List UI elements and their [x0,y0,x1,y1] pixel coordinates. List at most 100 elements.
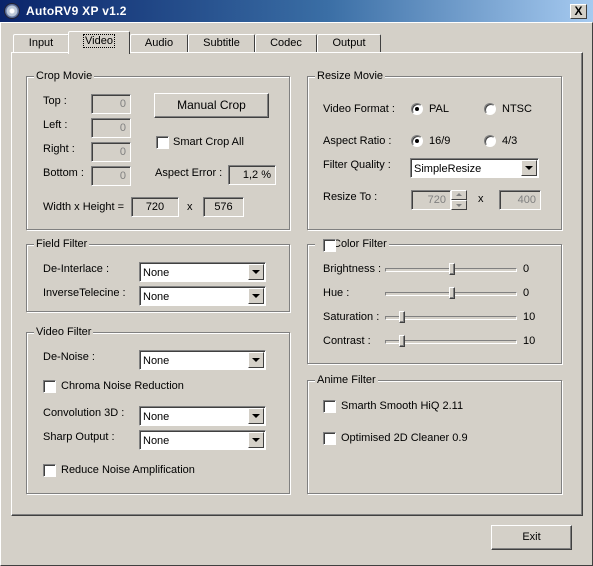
tab-codec[interactable]: Codec [255,34,317,53]
group-title: Field Filter [34,237,90,251]
exit-button[interactable]: Exit [491,525,572,550]
spin-down-icon[interactable] [451,200,467,210]
ntsc-label: NTSC [502,103,532,115]
brightness-slider-thumb[interactable] [449,263,455,275]
app-disc-icon [4,3,20,19]
resize-times-sign: x [478,193,484,205]
group-title: Crop Movie [34,69,95,83]
crop-bottom-field[interactable]: 0 [91,166,131,186]
saturation-value: 10 [523,311,536,323]
spin-up-icon[interactable] [451,190,467,200]
window-title: AutoRV9 XP v1.2 [26,4,127,18]
convolution-3d-select[interactable]: None [139,406,266,426]
select-value: None [143,267,170,279]
video-format-label: Video Format : [323,103,395,115]
pal-radio[interactable] [411,103,423,115]
height-value: 576 [203,197,244,217]
tab-label: Video [83,34,115,48]
hue-slider-thumb[interactable] [449,287,455,299]
convolution-3d-label: Convolution 3D : [43,407,125,419]
deinterlace-select[interactable]: None [139,262,266,282]
resize-width-spinner[interactable] [451,190,467,210]
width-value: 720 [131,197,179,217]
resize-height-field[interactable]: 400 [499,190,541,210]
select-value: None [143,435,170,447]
aspect-16-9-label: 16/9 [429,135,451,147]
contrast-label: Contrast : [323,335,371,347]
chevron-down-icon[interactable] [248,408,264,424]
deinterlace-label: De-Interlace : [43,263,110,275]
aspect-16-9-radio[interactable] [411,135,423,147]
brightness-label: Brightness : [323,263,382,275]
resize-to-label: Resize To : [323,191,378,203]
group-title: Anime Filter [315,373,378,387]
brightness-value: 0 [523,263,530,275]
smarth-smooth-label: Smarth Smooth HiQ 2.11 [341,400,464,412]
denoise-select[interactable]: None [139,350,266,370]
reduce-noise-label: Reduce Noise Amplification [61,464,195,476]
group-title: Video Filter [34,325,94,339]
hue-value: 0 [523,287,530,299]
crop-left-field[interactable]: 0 [91,118,131,138]
tab-subtitle[interactable]: Subtitle [188,34,255,53]
manual-crop-button[interactable]: Manual Crop [154,93,269,118]
select-value: None [143,411,170,423]
smart-crop-all-label: Smart Crop All [173,136,244,148]
tab-input[interactable]: Input [13,34,69,53]
hue-label: Hue : [323,287,350,299]
chroma-noise-checkbox[interactable] [43,380,56,393]
crop-right-label: Right : [43,143,75,155]
smarth-smooth-checkbox[interactable] [323,400,336,413]
crop-bottom-label: Bottom : [43,167,84,179]
crop-top-field[interactable]: 0 [91,94,131,114]
times-sign: x [187,201,193,213]
aspect-ratio-label: Aspect Ratio : [323,135,392,147]
optimised-2d-cleaner-checkbox[interactable] [323,432,336,445]
chevron-down-icon[interactable] [248,352,264,368]
chevron-down-icon[interactable] [248,288,264,304]
inverse-telecine-select[interactable]: None [139,286,266,306]
filter-quality-select[interactable]: SimpleResize [410,158,539,178]
pal-label: PAL [429,103,449,115]
color-filter-checkbox[interactable] [323,239,336,252]
select-value: None [143,291,170,303]
filter-quality-label: Filter Quality : [323,159,391,171]
aspect-4-3-radio[interactable] [484,135,496,147]
tab-label: Codec [270,37,302,49]
select-value: None [143,355,170,367]
aspect-4-3-label: 4/3 [502,135,518,147]
ntsc-radio[interactable] [484,103,496,115]
close-button[interactable]: X [570,4,587,19]
tab-label: Audio [144,37,174,49]
crop-left-label: Left : [43,119,68,131]
sharp-output-select[interactable]: None [139,430,266,450]
saturation-label: Saturation : [323,311,380,323]
inverse-telecine-label: InverseTelecine : [43,287,126,299]
smart-crop-all-checkbox[interactable] [156,136,169,149]
crop-top-label: Top : [43,95,67,107]
saturation-slider-thumb[interactable] [399,311,405,323]
group-title: Resize Movie [315,69,386,83]
reduce-noise-checkbox[interactable] [43,464,56,477]
tab-video[interactable]: Video [68,31,130,54]
resize-width-field[interactable]: 720 [411,190,451,210]
tab-output[interactable]: Output [317,34,381,53]
title-bar: AutoRV9 XP v1.2 X [0,0,593,22]
tab-label: Output [332,37,366,49]
chevron-down-icon[interactable] [248,264,264,280]
sharp-output-label: Sharp Output : [43,431,115,443]
aspect-error-value: 1,2 % [228,165,276,185]
chroma-noise-label: Chroma Noise Reduction [61,380,184,392]
tab-label: Input [28,37,54,49]
chevron-down-icon[interactable] [248,432,264,448]
select-value: SimpleResize [414,163,482,175]
tab-audio[interactable]: Audio [130,34,188,53]
optimised-2d-cleaner-label: Optimised 2D Cleaner 0.9 [341,432,468,444]
crop-right-field[interactable]: 0 [91,142,131,162]
width-height-label: Width x Height = [43,201,125,213]
tab-label: Subtitle [203,37,240,49]
contrast-slider-thumb[interactable] [399,335,405,347]
contrast-value: 10 [523,335,536,347]
aspect-error-label: Aspect Error : [155,167,223,179]
chevron-down-icon[interactable] [521,160,537,176]
